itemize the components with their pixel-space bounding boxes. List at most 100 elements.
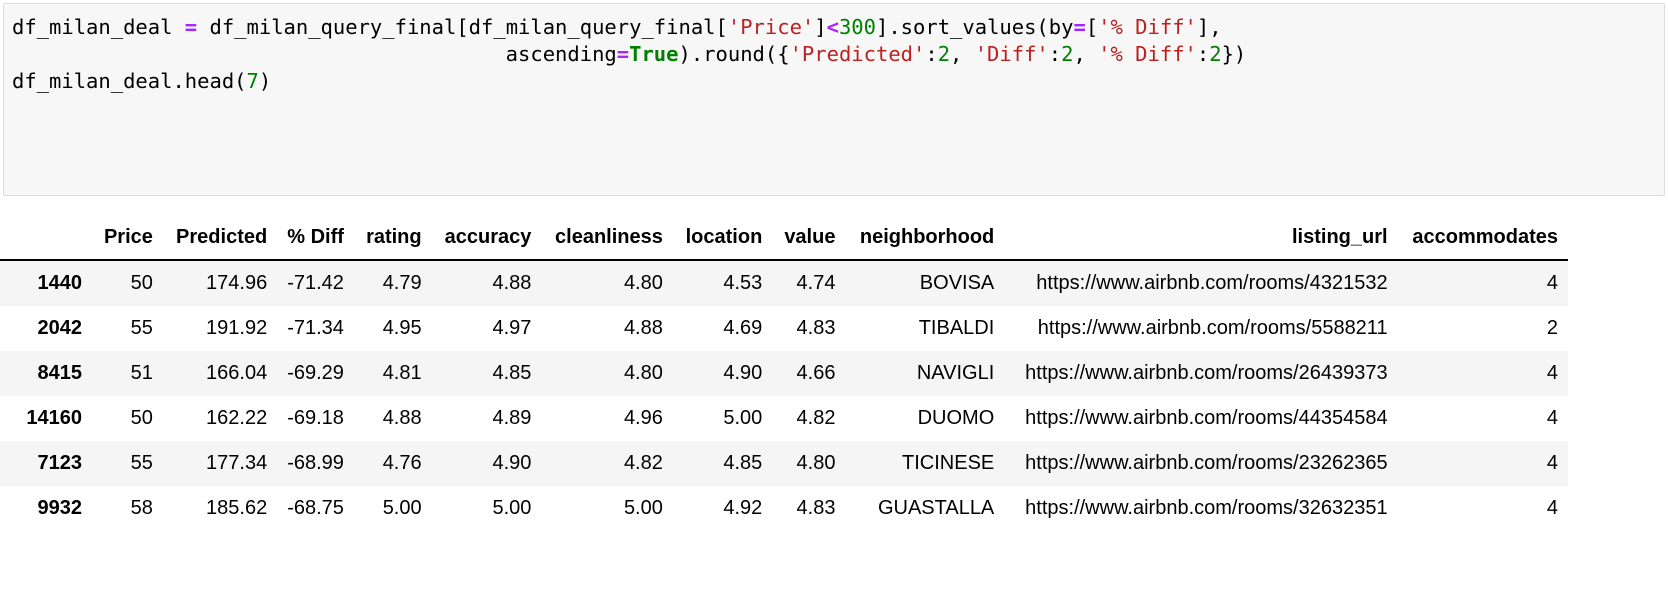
code-token: df_milan_deal bbox=[12, 15, 185, 39]
cell-neighborhood: TIBALDI bbox=[918, 317, 995, 339]
code-token: < bbox=[826, 15, 839, 39]
cell-accuracy: 4.97 bbox=[492, 317, 532, 339]
code-input-cell[interactable]: df_milan_deal = df_milan_query_final[df_… bbox=[3, 3, 1665, 196]
cell-value: 4.83 bbox=[796, 317, 836, 339]
cell-cleanliness: 4.88 bbox=[623, 317, 663, 339]
code-line-2: ascending=True).round({'Predicted':2, 'D… bbox=[12, 41, 1656, 68]
dataframe-table: Price Predicted% Diff rating accuracy cleanl… bbox=[0, 222, 1568, 531]
cell-predicted: 191.92 bbox=[206, 317, 268, 339]
cell-diff: -71.42 bbox=[287, 272, 344, 294]
cell-value: 4.83 bbox=[796, 497, 836, 519]
cell-cleanliness: 4.80 bbox=[623, 272, 663, 294]
cell-neighborhood: BOVISA bbox=[919, 272, 995, 294]
column-header-diff: % Diff bbox=[277, 222, 354, 261]
code-token: ].sort_values(by bbox=[875, 15, 1074, 39]
table-row: 7123 55 177.34 -68.99 4.76 4.90 4.82 4.85 4.80 TI… bbox=[0, 441, 1568, 486]
column-header-index bbox=[0, 222, 92, 261]
code-token: , bbox=[1073, 42, 1099, 66]
cell-diff: -69.29 bbox=[287, 362, 344, 384]
cell-rating: 5.00 bbox=[382, 497, 422, 519]
code-token: : bbox=[925, 42, 938, 66]
code-token: 2 bbox=[937, 42, 951, 66]
code-token: : bbox=[1048, 42, 1062, 66]
code-token: ).round({ bbox=[678, 42, 790, 66]
row-index: 2042 bbox=[37, 317, 83, 339]
code-token: = bbox=[1073, 15, 1086, 39]
cell-neighborhood: TICINESE bbox=[902, 452, 995, 474]
code-token: True bbox=[629, 42, 679, 66]
cell-location: 5.00 bbox=[723, 407, 763, 429]
cell-price: 50 bbox=[130, 407, 153, 429]
row-index: 8415 bbox=[37, 362, 83, 384]
code-token: : bbox=[1196, 42, 1210, 66]
cell-cleanliness: 5.00 bbox=[623, 497, 663, 519]
code-token: ascending bbox=[12, 42, 617, 66]
column-header-accommodates: accommodates bbox=[1397, 222, 1568, 261]
code-token: [ bbox=[1085, 15, 1099, 39]
cell-listing-url: https://www.airbnb.com/rooms/4321532 bbox=[1036, 272, 1388, 294]
code-token: = bbox=[184, 15, 198, 39]
table-row: 1440 50 174.96 -71.42 4.79 4.88 4.80 4.53 4.74 BO… bbox=[0, 260, 1568, 306]
cell-price: 51 bbox=[130, 362, 153, 384]
cell-cleanliness: 4.96 bbox=[623, 407, 663, 429]
cell-diff: -68.99 bbox=[287, 452, 344, 474]
table-body: 1440 50 174.96 -71.42 4.79 4.88 4.80 4.53 4.74 BO… bbox=[0, 260, 1568, 531]
code-token: 'Price' bbox=[727, 15, 815, 39]
cell-rating: 4.88 bbox=[382, 407, 422, 429]
code-token: ] bbox=[814, 15, 827, 39]
cell-accommodates: 4 bbox=[1546, 272, 1558, 294]
cell-value: 4.66 bbox=[796, 362, 836, 384]
cell-accommodates: 4 bbox=[1546, 452, 1558, 474]
code-token: df_milan_query_final[df_milan_query_fina… bbox=[197, 15, 728, 39]
cell-location: 4.85 bbox=[723, 452, 763, 474]
cell-location: 4.69 bbox=[723, 317, 763, 339]
code-token: 'Predicted' bbox=[789, 42, 926, 66]
cell-value: 4.82 bbox=[796, 407, 836, 429]
cell-cleanliness: 4.80 bbox=[623, 362, 663, 384]
cell-neighborhood: GUASTALLA bbox=[877, 497, 995, 519]
cell-listing-url: https://www.airbnb.com/rooms/44354584 bbox=[1025, 407, 1388, 429]
cell-location: 4.53 bbox=[723, 272, 763, 294]
code-token: '% Diff' bbox=[1098, 15, 1197, 39]
cell-accuracy: 4.85 bbox=[492, 362, 532, 384]
cell-diff: -69.18 bbox=[287, 407, 344, 429]
code-token: ], bbox=[1196, 15, 1222, 39]
cell-listing-url: https://www.airbnb.com/rooms/23262365 bbox=[1025, 452, 1388, 474]
cell-accuracy: 4.89 bbox=[492, 407, 532, 429]
cell-predicted: 177.34 bbox=[206, 452, 268, 474]
column-header-neighborhood: neighborhood bbox=[845, 222, 1005, 261]
code-source[interactable]: df_milan_deal = df_milan_query_final[df_… bbox=[12, 14, 1656, 95]
table-header: Price Predicted% Diff rating accuracy cleanl… bbox=[0, 222, 1568, 261]
cell-predicted: 162.22 bbox=[206, 407, 268, 429]
cell-listing-url: https://www.airbnb.com/rooms/32632351 bbox=[1025, 497, 1388, 519]
column-header-accuracy: accuracy bbox=[431, 222, 542, 261]
cell-accommodates: 4 bbox=[1546, 407, 1558, 429]
column-header-rating: rating bbox=[353, 222, 432, 261]
column-header-cleanliness: cleanliness bbox=[541, 222, 673, 261]
cell-value: 4.80 bbox=[796, 452, 836, 474]
table-row: 2042 55 191.92 -71.34 4.95 4.97 4.88 4.69 4.83 TI… bbox=[0, 306, 1568, 351]
cell-diff: -68.75 bbox=[287, 497, 344, 519]
cell-accommodates: 2 bbox=[1546, 317, 1558, 339]
cell-neighborhood: NAVIGLI bbox=[916, 362, 995, 384]
code-line-3: df_milan_deal.head(7) bbox=[12, 68, 1656, 95]
cell-cleanliness: 4.82 bbox=[623, 452, 663, 474]
column-header-predicted: Predicted bbox=[162, 222, 278, 261]
code-token: '% Diff' bbox=[1098, 42, 1197, 66]
table-row: 8415 51 166.04 -69.29 4.81 4.85 4.80 4.90 4.66 NA… bbox=[0, 351, 1568, 396]
column-header-value: value bbox=[772, 222, 846, 261]
dataframe-output: Price Predicted% Diff rating accuracy cleanl… bbox=[0, 222, 1668, 531]
cell-rating: 4.79 bbox=[382, 272, 422, 294]
column-header-location: location bbox=[672, 222, 773, 261]
cell-listing-url: https://www.airbnb.com/rooms/26439373 bbox=[1025, 362, 1388, 384]
code-token: 300 bbox=[838, 15, 876, 39]
cell-diff: -71.34 bbox=[287, 317, 344, 339]
cell-accuracy: 4.90 bbox=[492, 452, 532, 474]
cell-value: 4.74 bbox=[796, 272, 836, 294]
header-row: Price Predicted% Diff rating accuracy cleanl… bbox=[0, 222, 1568, 261]
code-token: 2 bbox=[1209, 42, 1222, 66]
row-index: 14160 bbox=[26, 407, 82, 429]
cell-accommodates: 4 bbox=[1546, 362, 1558, 384]
cell-accuracy: 4.88 bbox=[492, 272, 532, 294]
cell-predicted: 166.04 bbox=[206, 362, 268, 384]
